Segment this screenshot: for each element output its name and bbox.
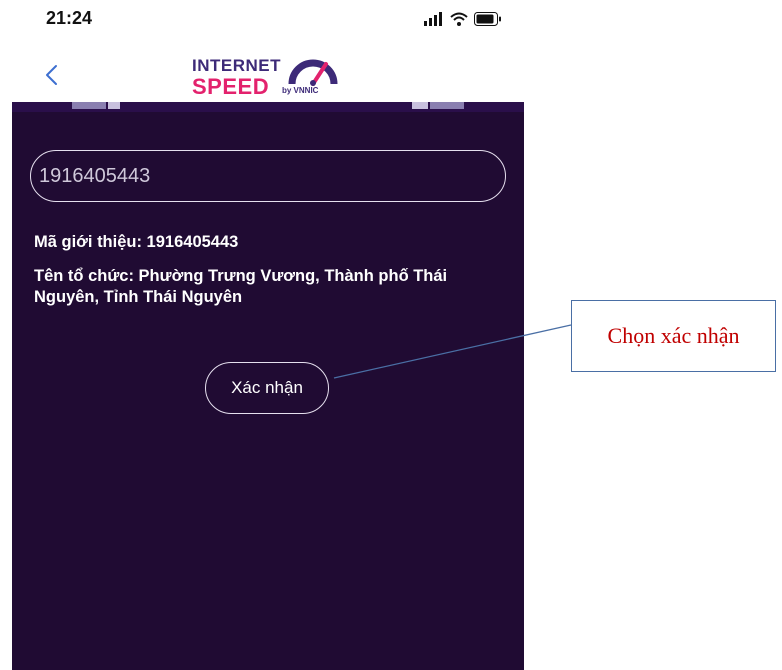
signal-icon <box>424 12 442 26</box>
logo-by-text: by VNNIC <box>282 86 319 95</box>
callout-text: Chọn xác nhận <box>607 323 740 348</box>
speed-gauge-icon <box>288 59 338 86</box>
main-panel: Mã giới thiệu: 1916405443 Tên tổ chức: P… <box>12 112 524 670</box>
internet-speed-logo: INTERNET SPEED by VNNIC <box>190 52 340 102</box>
confirm-button[interactable]: Xác nhận <box>205 362 329 414</box>
status-icons <box>424 10 502 28</box>
nav-bar: INTERNET SPEED by VNNIC <box>12 44 524 106</box>
referral-code-input[interactable] <box>30 150 506 202</box>
back-chevron-icon <box>46 65 57 85</box>
battery-icon <box>474 12 501 26</box>
wifi-icon <box>450 12 468 26</box>
phone-screen: 21:24 INTERNET SPEED by VNNIC 1916405443… <box>12 0 524 670</box>
logo-speed-text: SPEED <box>192 74 270 99</box>
logo-internet-text: INTERNET <box>192 56 281 75</box>
back-button[interactable] <box>36 58 66 92</box>
organization-line: Tên tổ chức: Phường Trưng Vương, Thành p… <box>34 267 448 306</box>
callout-box: Chọn xác nhận <box>571 300 776 372</box>
status-time: 21:24 <box>46 8 93 28</box>
status-bar: 21:24 <box>12 0 524 44</box>
referral-code-line: Mã giới thiệu: 1916405443 <box>34 233 239 251</box>
